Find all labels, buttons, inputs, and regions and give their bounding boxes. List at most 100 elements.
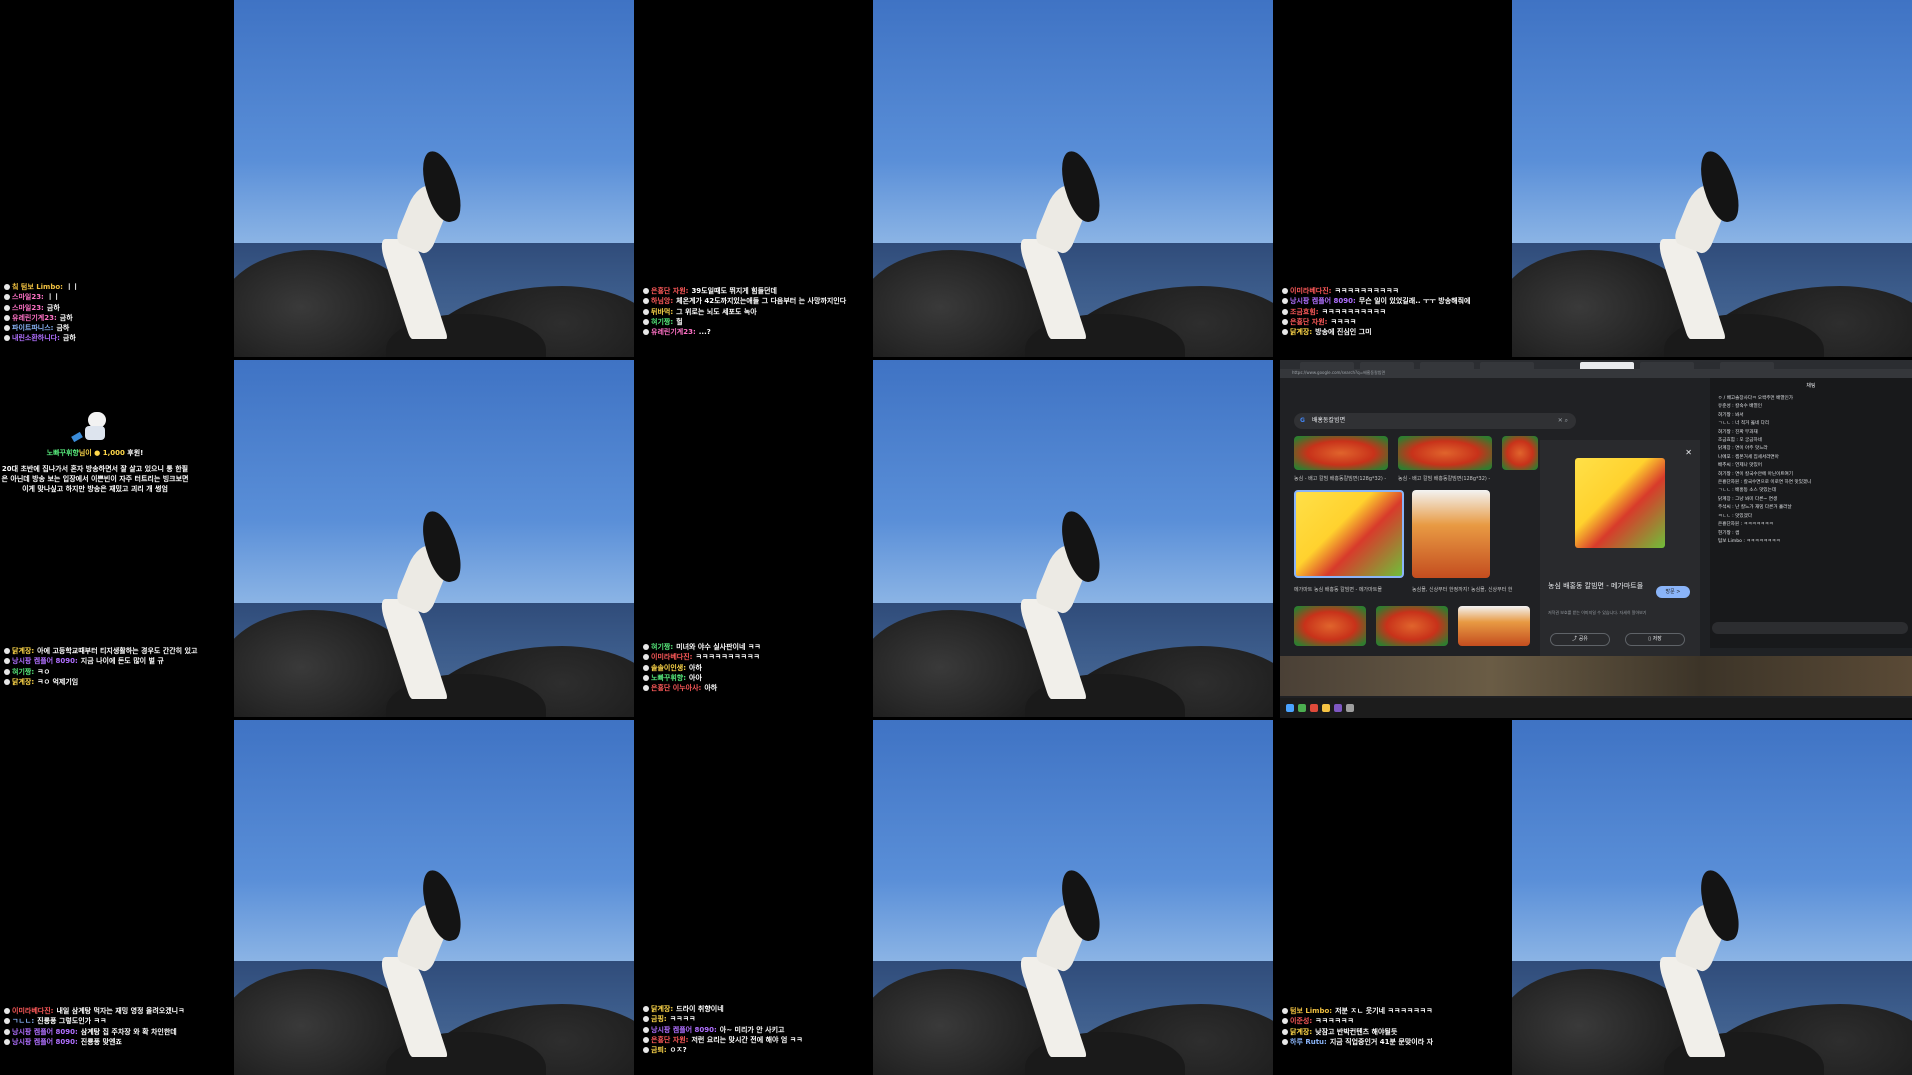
woman-figure [377, 507, 478, 703]
image-result[interactable] [1294, 436, 1388, 470]
chat-message: 은횽단 자원: ㅋㅋㅋㅋ [1282, 317, 1508, 327]
image-result[interactable] [1458, 606, 1530, 646]
chat-message: 낭시팡 켐플어 8090: 지금 나이에 돈도 많이 벌 규 [4, 656, 230, 666]
browser-tab[interactable] [1420, 362, 1474, 369]
image-result[interactable] [1398, 436, 1492, 470]
chat-badge-icon [643, 329, 649, 336]
chat-input[interactable] [1712, 622, 1908, 634]
visit-button[interactable]: 방문 > [1656, 586, 1690, 598]
chat-text: ㅋㅋㅋㅋ [1330, 317, 1357, 326]
chat-message: 닭계장: 낮잠고 반박컨텐츠 해야될듯 [1282, 1027, 1508, 1037]
chat-message: 낭시팡 켐플어 8090: 무슨 일이 있었길래.. ㅜㅜ 방송해줘에 [1282, 296, 1508, 306]
chat-badge-icon [4, 284, 10, 290]
woman-figure [377, 866, 478, 1061]
chat-text: ㅋㅋㅋㅋㅋㅋㅋㅋㅋㅋ [1321, 307, 1386, 316]
chat-nickname: 낭시팡 켐플어 8090: [12, 1037, 78, 1046]
taskbar-app-icon[interactable] [1346, 704, 1354, 712]
clear-search-icon[interactable]: ✕ ⌕ [1558, 413, 1568, 429]
close-icon[interactable]: ✕ [1685, 448, 1692, 457]
browser-tab[interactable] [1480, 362, 1534, 369]
image-result[interactable] [1502, 436, 1538, 470]
chat-nickname: 칰 텀보 Limbo: [12, 283, 63, 291]
chat-nickname: 금핑: [651, 1015, 667, 1024]
google-images-results: G 배홍동칼빔면 ✕ ⌕ 농심 - 배고 칼빔 배홍동칼빔면(128g*32) … [1280, 378, 1700, 698]
woman-figure [1016, 866, 1117, 1061]
browser-tab[interactable] [1300, 362, 1354, 369]
taskbar-app-icon[interactable] [1298, 704, 1306, 712]
chat-message: 하님앙: 체온계가 42도까지있는애들 그 다음부터 는 사망까지인다 [643, 296, 869, 306]
address-text: https://www.google.com/search?q=배홍동칼빔면 [1292, 370, 1386, 375]
chat-text: 방송에 진심인 그미 [1315, 328, 1372, 337]
chat-badge-icon [4, 1008, 10, 1014]
browser-tab-active[interactable] [1580, 362, 1634, 369]
woman-figure [1655, 147, 1756, 343]
stream-photo-tile [234, 0, 634, 357]
image-result[interactable] [1412, 490, 1490, 578]
search-input[interactable]: G 배홍동칼빔면 ✕ ⌕ [1294, 413, 1576, 429]
chat-text: 낮잠고 반박컨텐츠 해야될듯 [1315, 1027, 1398, 1036]
chat-nickname: 노빠꾸휘향: [651, 673, 686, 682]
taskbar-app-icon[interactable] [1322, 704, 1330, 712]
windows-start-icon[interactable] [1286, 704, 1294, 712]
image-caption: 메가마트 농심 배홍동 칼빔면 - 메가마트몰 [1294, 587, 1382, 593]
chat-text: 저런 요리는 맞시간 전에 해야 엄 ㅋㅋ [691, 1035, 803, 1044]
chat-message: 하루 Rutu: 지금 직업중인거 41분 문맞이라 자 [1282, 1037, 1508, 1047]
side-chat-line: 배추씨 : 언제나 맛있어 [1718, 463, 1762, 469]
chat-nickname: 솔솔이인생: [651, 663, 686, 672]
browser-tab[interactable] [1720, 362, 1774, 369]
browser-tabs [1280, 360, 1912, 369]
chat-text: 아에 고등학교때부터 티지생활하는 경우도 간간히 있고 [37, 647, 198, 655]
chat-nickname: 이준성: [1290, 1017, 1313, 1026]
image-result[interactable] [1376, 606, 1448, 646]
chat-badge-icon [4, 1028, 10, 1035]
chat-nickname: 은횽단 자원: [651, 1035, 689, 1044]
chat-nickname: 혀기짱: [12, 667, 35, 676]
browser-tab[interactable] [1360, 362, 1414, 369]
chat-text: 진룡퐁 맞엔죠 [80, 1037, 122, 1046]
chat-message: 스마일23: 금하 [4, 303, 230, 313]
side-chat-line: ㅋㄴㄴ : 맛있겠다 [1718, 513, 1753, 519]
image-result-selected[interactable] [1294, 490, 1404, 578]
chat-nickname: 닭계장: [12, 677, 35, 686]
chat-nickname: 은횽단 자원: [651, 287, 689, 295]
chat-text: ㅣㅣ [65, 283, 79, 291]
chat-message: 노빠꾸휘향: 아아 [643, 673, 869, 683]
chat-nickname: 유레린기계23: [12, 313, 57, 322]
share-button[interactable]: ⤴ 공유 [1550, 633, 1610, 646]
chat-nickname: 파이트파니스: [12, 324, 54, 333]
chat-badge-icon [1282, 1028, 1288, 1035]
chat-overlay: 혀기짱: 미녀와 야수 실사판이네 ㅋㅋ 이미라베다진: ㅋㅋㅋㅋㅋㅋㅋㅋㅋㅋ 솔솔이인… [643, 642, 869, 693]
chat-badge-icon [643, 644, 649, 650]
browser-tab[interactable] [1640, 362, 1694, 369]
chat-badge-icon [1282, 329, 1288, 336]
chat-message: 텀보 Limbo: 저분 ㅈㄴ 웃기네 ㅋㅋㅋㅋㅋㅋㅋ [1282, 1006, 1508, 1016]
chat-badge-icon [643, 288, 649, 294]
taskbar-app-icon[interactable] [1310, 704, 1318, 712]
stream-photo-tile [234, 720, 634, 1075]
side-chat-line: 주석씨 : 난 칼느가 재밍 다른거 흘러날 [1718, 505, 1792, 511]
chat-message: 유레린기계23:...? [643, 327, 869, 337]
chat-overlay: 이미라베다진: 내일 삼계탕 먹자는 재밍 영정 올려오겠니ㅋ ㄱㄴㄴ: 진룡퐁 그렇… [4, 1006, 230, 1047]
donation-title: 노빠꾸휘향님이 ● 1,000 후원! [0, 448, 190, 458]
image-result[interactable] [1294, 606, 1366, 646]
chat-message: 칰 텀보 Limbo: ㅣㅣ [4, 282, 230, 292]
side-chat-line: 닭계장 : 그냥 봐미 다른~ 면생 [1718, 496, 1778, 502]
chat-text: 아~ 미리가 안 사키고 [719, 1025, 785, 1034]
chat-message: 낭시팡 켐플어 8090: 아~ 미리가 안 사키고 [643, 1025, 869, 1035]
chat-nickname: 텀보 Limbo: [1290, 1007, 1333, 1015]
chat-badge-icon [1282, 1018, 1288, 1025]
chat-text: 무슨 일이 있었길래.. ㅜㅜ 방송해줘에 [1358, 297, 1471, 306]
chat-badge-icon [1282, 308, 1288, 315]
chat-overlay: 닭계장: 드라이 취향이네 금핑: ㅋㅋㅋㅋ 낭시팡 켐플어 8090: 아~ 미리가 안… [643, 1004, 869, 1055]
chat-text: 39도일때도 뛰지게 힘들던데 [691, 287, 777, 295]
chat-badge-icon [643, 298, 649, 305]
chat-nickname: 닭계장: [12, 647, 35, 655]
donation-amount: 1,000 [102, 449, 125, 457]
taskbar-app-icon[interactable] [1334, 704, 1342, 712]
chat-nickname: 낭시팡 켐플어 8090: [12, 1027, 78, 1036]
chat-message: 낭시팡 켐플어 8090: 삼계탕 집 주차장 와 확 차인한데 [4, 1027, 230, 1037]
chat-nickname: 닭계장: [1290, 1027, 1313, 1036]
preview-image[interactable] [1575, 458, 1665, 548]
save-button[interactable]: ▯ 저장 [1625, 633, 1685, 646]
chat-nickname: 닭계장: [1290, 328, 1313, 337]
